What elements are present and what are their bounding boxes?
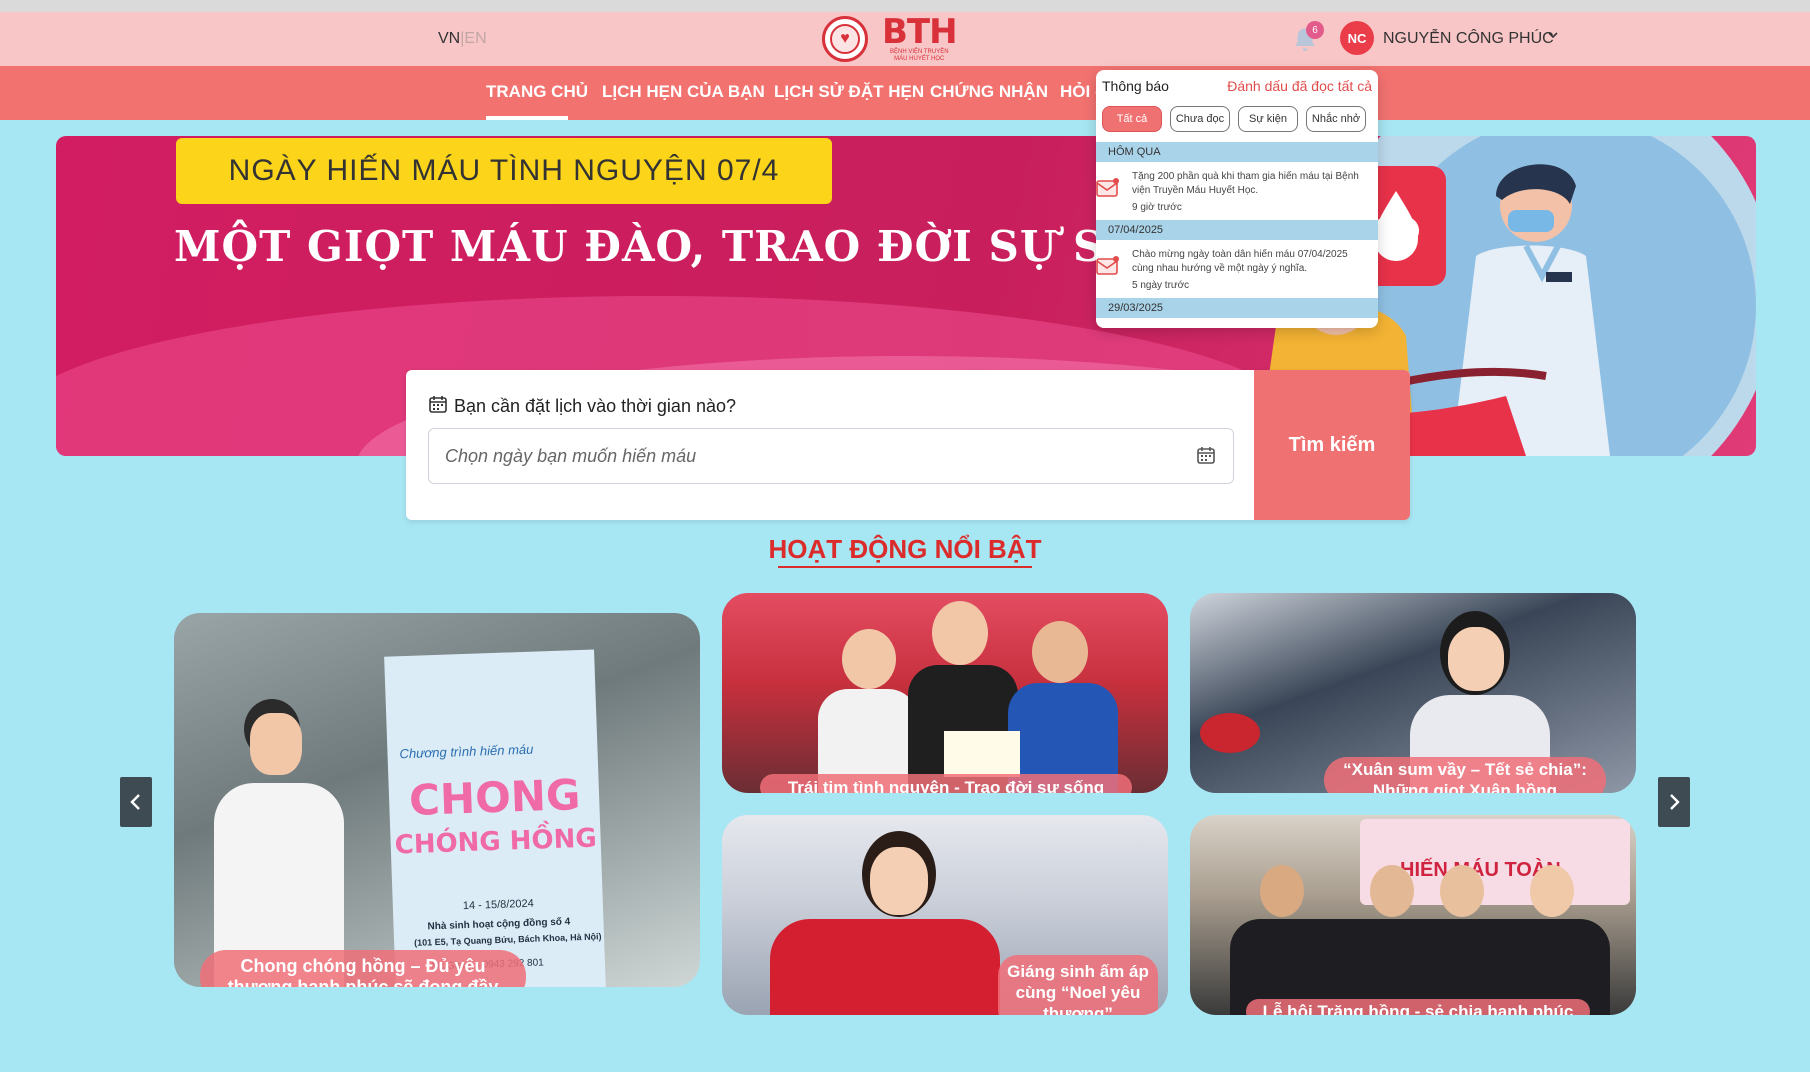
date-picker-input[interactable]: Chọn ngày bạn muốn hiến máu xyxy=(428,428,1234,484)
avatar[interactable]: NC xyxy=(1340,21,1374,55)
booking-search-card: Bạn cần đặt lịch vào thời gian nào? Chọn… xyxy=(406,370,1410,520)
logo-text-block: BTH BỆNH VIỆN TRUYỀN MÁU HUYẾT HỌC xyxy=(882,12,958,63)
site-logo[interactable]: ♥ BTH BỆNH VIỆN TRUYỀN MÁU HUYẾT HỌC xyxy=(822,12,958,66)
nav-faq[interactable]: HỎI - xyxy=(1060,82,1101,102)
section-title: HOẠT ĐỘNG NỔI BẬT xyxy=(768,534,1042,564)
poster-title: Chương trình hiến máu xyxy=(399,741,534,762)
person-face xyxy=(1370,865,1414,917)
notification-item[interactable]: Chào mừng ngày toàn dân hiến máu 07/04/2… xyxy=(1096,240,1378,298)
person-face xyxy=(1440,865,1484,917)
tab-events[interactable]: Sự kiện xyxy=(1238,106,1298,132)
notification-time: 5 ngày trước xyxy=(1132,280,1190,291)
poster-date: 14 - 15/8/2024 xyxy=(462,897,535,913)
nav-booking-history[interactable]: LỊCH SỬ ĐẶT HẸN xyxy=(774,82,924,102)
nav-appointments[interactable]: LỊCH HẸN CỦA BẠN xyxy=(602,82,765,102)
person-face xyxy=(1448,627,1504,691)
notification-time: 9 giờ trước xyxy=(1132,202,1182,213)
certificate-prop xyxy=(944,731,1020,777)
browser-top-strip xyxy=(0,0,1810,12)
notification-group-header: HÔM QUA xyxy=(1096,142,1378,162)
notification-title: Thông báo xyxy=(1102,78,1169,94)
activity-card[interactable]: Giáng sinh ấm áp cùng “Noel yêu thương” xyxy=(722,815,1168,1015)
nav-certificates[interactable]: CHỨNG NHẬN xyxy=(930,82,1048,102)
chevron-left-icon xyxy=(130,794,140,810)
card-caption: Giáng sinh ấm áp cùng “Noel yêu thương” xyxy=(998,955,1158,1015)
card-caption: Trái tim tình nguyện - Trao đời sự sống xyxy=(760,774,1132,793)
top-bar: VN|EN ♥ BTH BỆNH VIỆN TRUYỀN MÁU HUYẾT H… xyxy=(0,12,1810,66)
username[interactable]: NGUYỄN CÔNG PHÚC xyxy=(1383,30,1554,48)
poster-heading-1: CHONG xyxy=(408,770,582,825)
notification-item[interactable]: Tặng 200 phần quà khi tham gia hiến máu … xyxy=(1096,162,1378,220)
poster-place: Nhà sinh hoạt cộng đồng số 4 xyxy=(427,916,571,933)
carousel-next-button[interactable] xyxy=(1658,777,1690,827)
main-nav: TRANG CHỦ LỊCH HẸN CỦA BẠN LỊCH SỬ ĐẶT H… xyxy=(0,66,1810,120)
notification-group-header: 29/03/2025 xyxy=(1096,298,1378,318)
nav-active-indicator xyxy=(486,116,568,120)
activity-card[interactable]: “Xuân sum vầy – Tết sẻ chia”: Những giọt… xyxy=(1190,593,1636,793)
event-poster: Chương trình hiến máu CHONG CHÓNG HỒNG 1… xyxy=(384,649,606,987)
person-face xyxy=(1260,865,1304,917)
person-face xyxy=(842,629,896,689)
logo-wordmark: BTH xyxy=(882,12,958,52)
lang-vn[interactable]: VN xyxy=(438,30,460,47)
mark-all-read-link[interactable]: Đánh dấu đã đọc tất cả xyxy=(1227,78,1372,94)
card-caption: Lễ hội Trăng hồng - sẻ chia hạnh phúc xyxy=(1246,999,1590,1015)
search-button[interactable]: Tìm kiếm xyxy=(1254,370,1410,520)
heart-prop xyxy=(1200,713,1260,753)
poster-heading-2: CHÓNG HỒNG xyxy=(394,823,598,861)
activity-card[interactable]: HIẾN MÁU TOÀN Lễ hội Trăng hồng - sẻ chi… xyxy=(1190,815,1636,1015)
activity-card[interactable]: Chương trình hiến máu CHONG CHÓNG HỒNG 1… xyxy=(174,613,700,987)
lang-en[interactable]: EN xyxy=(464,30,486,47)
person-face xyxy=(1530,865,1574,917)
nav-home[interactable]: TRANG CHỦ xyxy=(486,82,588,102)
notification-message: Tặng 200 phần quà khi tham gia hiến máu … xyxy=(1132,171,1359,196)
person-face xyxy=(250,713,302,775)
tab-unread[interactable]: Chưa đọc xyxy=(1170,106,1230,132)
notification-message: Chào mừng ngày toàn dân hiến máu 07/04/2… xyxy=(1132,249,1348,274)
activity-card[interactable]: Trái tim tình nguyện - Trao đời sự sống xyxy=(722,593,1168,793)
hospital-seal-icon: ♥ xyxy=(822,16,868,62)
notification-group-header: 07/04/2025 xyxy=(1096,220,1378,240)
logo-subtitle: BỆNH VIỆN TRUYỀN MÁU HUYẾT HỌC xyxy=(889,49,949,62)
person-face xyxy=(932,601,988,665)
banner-event-tag: NGÀY HIẾN MÁU TÌNH NGUYỆN 07/4 xyxy=(176,138,832,204)
search-label-row: Bạn cần đặt lịch vào thời gian nào? xyxy=(428,394,736,419)
section-title-underline xyxy=(778,566,1032,568)
mail-icon xyxy=(1096,256,1119,275)
card-caption: “Xuân sum vầy – Tết sẻ chia”: Những giọt… xyxy=(1324,757,1606,793)
search-label: Bạn cần đặt lịch vào thời gian nào? xyxy=(454,396,736,416)
poster-address: (101 E5, Tạ Quang Bửu, Bách Khoa, Hà Nội… xyxy=(413,931,602,948)
notification-dropdown: Thông báo Đánh dấu đã đọc tất cả Tất cả … xyxy=(1096,70,1378,328)
chevron-right-icon xyxy=(1670,794,1680,810)
language-switch[interactable]: VN|EN xyxy=(438,30,487,48)
tab-reminders[interactable]: Nhắc nhở xyxy=(1306,106,1366,132)
card-caption: Chong chóng hồng – Đủ yêu thương hạnh ph… xyxy=(200,950,526,987)
person-shirt xyxy=(770,919,1000,1015)
chevron-down-icon[interactable] xyxy=(1546,28,1560,45)
calendar-icon[interactable] xyxy=(1196,445,1216,470)
person-face xyxy=(1032,621,1088,683)
calendar-icon xyxy=(428,394,448,419)
carousel-prev-button[interactable] xyxy=(120,777,152,827)
tab-all[interactable]: Tất cả xyxy=(1102,106,1162,132)
notification-count-badge: 6 xyxy=(1306,21,1324,39)
notification-tabs: Tất cả Chưa đọc Sự kiện Nhắc nhở xyxy=(1102,106,1366,132)
person-face xyxy=(870,847,928,915)
mail-icon xyxy=(1096,178,1119,197)
banner-slogan: MỘT GIỌT MÁU ĐÀO, TRAO ĐỜI SỰ SỐ xyxy=(174,222,1142,271)
